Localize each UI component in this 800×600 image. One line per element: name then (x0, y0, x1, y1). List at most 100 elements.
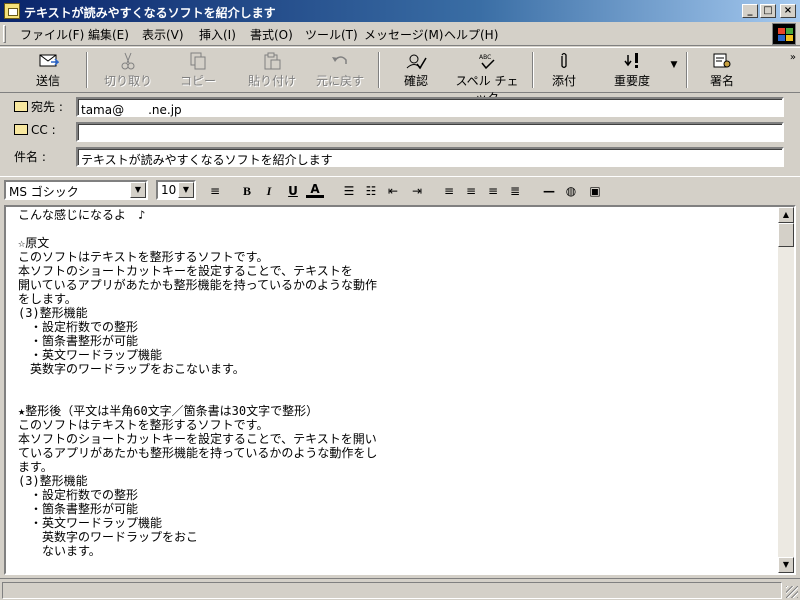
body-line: ・英文ワードラップ機能 (18, 516, 163, 530)
window-title: テキストが読みやすくなるソフトを紹介します (24, 6, 276, 20)
check-names-icon (406, 54, 427, 70)
paperclip-icon (561, 52, 567, 69)
bold-button[interactable]: B (238, 183, 256, 199)
resize-grip-icon[interactable] (786, 586, 798, 598)
subject-label: 件名 : (14, 150, 46, 164)
menu-format[interactable]: 書式(O) (250, 26, 293, 43)
body-line: 英数字のワードラップをおこないます。 (18, 362, 245, 376)
italic-button[interactable]: I (260, 183, 278, 199)
title-bar: テキストが読みやすくなるソフトを紹介します _ □ × (0, 0, 800, 22)
body-line: ないます。 (18, 544, 101, 558)
font-size-select[interactable]: 10 ▼ (156, 180, 196, 200)
align-right-icon[interactable]: ≡ (484, 183, 502, 199)
body-line: 開いているアプリがあたかも整形機能を持っているかのような動作 (18, 278, 378, 292)
cc-field[interactable] (76, 122, 784, 142)
to-label[interactable]: 宛先 : (14, 98, 63, 115)
body-line: (3)整形機能 (18, 306, 88, 320)
maximize-button[interactable]: □ (760, 4, 776, 18)
priority-button[interactable]: 重要度 (604, 50, 660, 90)
mail-app-icon[interactable] (4, 3, 20, 19)
scroll-up-arrow-icon[interactable]: ▲ (778, 207, 794, 223)
attach-button[interactable]: 添付 (540, 50, 588, 90)
subject-field[interactable]: テキストが読みやすくなるソフトを紹介します (76, 147, 784, 167)
vertical-scrollbar[interactable]: ▲ ▼ (778, 207, 794, 573)
toolbar-separator (378, 52, 380, 88)
windows-logo-icon (772, 23, 796, 45)
chevron-down-icon[interactable]: ▼ (130, 182, 146, 198)
copy-label: コピー (179, 74, 216, 88)
paste-button[interactable]: 貼り付け (240, 50, 304, 90)
increase-indent-icon[interactable]: ⇥ (408, 183, 426, 199)
body-line: ているアプリがあたかも整形機能を持っているかのような動作をし (18, 446, 378, 460)
font-name-value: MS ゴシック (9, 185, 79, 199)
insert-picture-icon[interactable]: ▣ (586, 183, 604, 199)
status-panel (2, 582, 782, 599)
menu-bar: ファイル(F) 編集(E) 表示(V) 挿入(I) 書式(O) ツール(T) メ… (0, 22, 800, 46)
send-label: 送信 (35, 74, 60, 88)
undo-button[interactable]: 元に戻す (312, 50, 368, 90)
message-body[interactable]: こんな感じになるよ ♪ ☆原文 このソフトはテキストを整形するソフトです。 本ソフト… (4, 205, 796, 575)
menu-tools[interactable]: ツール(T) (305, 26, 358, 43)
chevron-down-icon[interactable]: ▼ (178, 182, 194, 198)
font-color-button[interactable]: A (306, 183, 324, 198)
menu-view[interactable]: 表示(V) (142, 26, 184, 43)
menu-edit[interactable]: 編集(E) (88, 26, 129, 43)
priority-label: 重要度 (613, 74, 650, 88)
body-line: ・設定桁数での整形 (18, 488, 139, 502)
address-book-icon[interactable] (14, 101, 28, 112)
send-button[interactable]: 送信 (18, 50, 78, 90)
to-field[interactable]: tama@ .ne.jp (76, 97, 784, 117)
sign-button[interactable]: 署名 (698, 50, 746, 90)
undo-arrow-icon (332, 56, 347, 64)
paragraph-style-icon[interactable]: ≡ (206, 183, 224, 199)
copy-icon (190, 52, 206, 70)
menu-message[interactable]: メッセージ(M) (364, 26, 443, 43)
numbered-list-icon[interactable]: ☰ (340, 183, 358, 199)
message-body-text: こんな感じになるよ ♪ ☆原文 このソフトはテキストを整形するソフトです。 本ソフト… (18, 208, 377, 558)
scrollbar-thumb[interactable] (778, 223, 794, 247)
menu-insert[interactable]: 挿入(I) (199, 26, 236, 43)
sign-label: 署名 (709, 74, 734, 88)
minimize-button[interactable]: _ (742, 4, 758, 18)
toolbar-separator (532, 52, 534, 88)
copy-button[interactable]: コピー (170, 50, 226, 90)
body-line: ・箇条書整形が可能 (18, 502, 139, 516)
check-names-label: 確認 (403, 74, 428, 88)
font-name-select[interactable]: MS ゴシック ▼ (4, 180, 148, 200)
cc-label[interactable]: CC : (14, 123, 56, 137)
body-line: 本ソフトのショートカットキーを設定することで、テキストを (18, 264, 353, 278)
body-line: をします。 (18, 292, 77, 306)
toolbar-separator (86, 52, 88, 88)
horizontal-line-icon[interactable]: — (540, 183, 558, 199)
decrease-indent-icon[interactable]: ⇤ (384, 183, 402, 199)
cut-button[interactable]: 切り取り (100, 50, 156, 90)
spell-check-button[interactable]: ABC スペル チェック (450, 50, 524, 105)
digital-signature-icon (713, 53, 731, 68)
priority-dropdown-arrow-icon[interactable]: ▼ (668, 60, 680, 100)
close-button[interactable]: × (780, 4, 796, 18)
body-line: 本ソフトのショートカットキーを設定することで、テキストを開い (18, 432, 377, 446)
attach-label: 添付 (551, 74, 576, 88)
body-line: ★整形後（平文は半角60文字／箇条書は30文字で整形） (18, 404, 319, 418)
menu-help[interactable]: ヘルプ(H) (444, 26, 498, 43)
body-line (18, 390, 377, 404)
body-line: ・英文ワードラップ機能 (18, 348, 163, 362)
menubar-grip-icon[interactable] (3, 25, 6, 43)
bulleted-list-icon[interactable]: ☷ (362, 183, 380, 199)
body-line: ・設定桁数での整形 (18, 320, 139, 334)
body-line (18, 376, 377, 390)
align-left-icon[interactable]: ≡ (440, 183, 458, 199)
toolbar-overflow-chevron-icon[interactable]: » (790, 52, 796, 63)
paste-label: 貼り付け (247, 74, 296, 88)
svg-text:ABC: ABC (479, 54, 491, 61)
status-bar (0, 578, 800, 600)
check-names-button[interactable]: 確認 (392, 50, 440, 90)
menu-file[interactable]: ファイル(F) (20, 26, 84, 43)
undo-label: 元に戻す (315, 74, 364, 88)
align-center-icon[interactable]: ≡ (462, 183, 480, 199)
justify-icon[interactable]: ≣ (506, 183, 524, 199)
scroll-down-arrow-icon[interactable]: ▼ (778, 557, 794, 573)
hyperlink-globe-icon[interactable]: ◍ (562, 183, 580, 199)
underline-button[interactable]: U (284, 183, 302, 199)
address-book-icon[interactable] (14, 124, 28, 135)
